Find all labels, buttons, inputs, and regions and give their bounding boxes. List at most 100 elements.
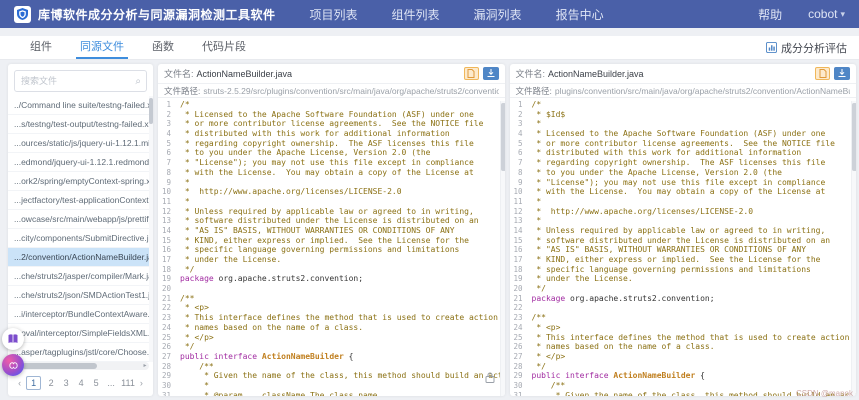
line-number: 15 (510, 236, 527, 246)
code-scroll-thumb[interactable] (501, 103, 505, 171)
file-item[interactable]: ...ources/static/js/jquery-ui-1.12.1.min… (8, 134, 153, 153)
line-number: 27 (510, 352, 527, 362)
code-line: 16 * specific language governing permiss… (158, 245, 505, 255)
download-button[interactable] (483, 67, 499, 80)
main-content: ⌕ ../Command line suite/testng-failed.xm… (8, 64, 856, 396)
file-name-label: 文件名: (164, 67, 194, 80)
file-item[interactable]: ...oval/interceptor/SimpleFieldsXML.java (8, 324, 153, 343)
line-number: 9 (510, 178, 527, 188)
code-line: 29 * Given the name of the class, this m… (158, 371, 505, 381)
line-number: 30 (158, 381, 175, 391)
download-button[interactable] (834, 67, 850, 80)
user-menu[interactable]: cobot ▾ (808, 7, 845, 21)
file-item[interactable]: ...jectfactory/test-applicationContext.x… (8, 191, 153, 210)
line-number: 15 (158, 236, 175, 246)
file-item[interactable]: ...owcase/src/main/webapp/js/prettify.js (8, 210, 153, 229)
code-text: /** (527, 381, 566, 391)
line-number: 25 (510, 333, 527, 343)
page-button-2[interactable]: 2 (46, 378, 56, 388)
code-text: * KIND, either express or implied. See t… (527, 255, 821, 265)
file-item[interactable]: ...city/components/SubmitDirective.java (8, 229, 153, 248)
code-text: * $Id$ (527, 110, 566, 120)
code-text: * distributed with this work for additio… (527, 148, 802, 158)
code-line: 31 * @param className The class name (158, 391, 505, 396)
page-button-3[interactable]: 3 (61, 378, 71, 388)
page-button-...[interactable]: ... (106, 378, 116, 388)
line-number: 24 (510, 323, 527, 333)
search-input[interactable] (14, 70, 147, 92)
code-line: 23/** (510, 313, 857, 323)
code-line: 3 * or more contributor license agreemen… (158, 119, 505, 129)
code-line: 29public interface ActionNameBuilder { (510, 371, 857, 381)
tab-0[interactable]: 组件 (16, 36, 66, 59)
code-text: */ (527, 362, 546, 372)
code-line: 27 * </p> (510, 352, 857, 362)
file-item[interactable]: ...asper/tagplugins/jstl/core/Choose.jav… (8, 343, 153, 362)
code-text: public interface ActionNameBuilder { (175, 352, 353, 362)
file-name-label: 文件名: (516, 67, 546, 80)
pagination: ‹ 12345... 111 › (8, 370, 153, 396)
help-link[interactable]: 帮助 (758, 6, 782, 23)
code-scroll-thumb[interactable] (852, 103, 856, 171)
nav-item-3[interactable]: 报告中心 (556, 6, 604, 23)
code-line: 9 * "License"); you may not use this fil… (510, 178, 857, 188)
file-list-vertical-scrollbar (149, 96, 153, 362)
code-line: 14 * "AS IS" BASIS, WITHOUT WARRANTIES O… (158, 226, 505, 236)
page-next-button[interactable]: › (140, 378, 143, 388)
reader-extension-button[interactable] (2, 328, 24, 350)
code-text: * http://www.apache.org/licenses/LICENSE… (175, 187, 402, 197)
page-button-1[interactable]: 1 (26, 376, 41, 390)
file-item[interactable]: ...edmond/jquery-ui-1.12.1.redmond.css (8, 153, 153, 172)
scroll-right-arrow-icon[interactable]: ▸ (141, 362, 149, 370)
file-list: ../Command line suite/testng-failed.xml.… (8, 96, 153, 362)
tab-2[interactable]: 函数 (138, 36, 188, 59)
page-prev-button[interactable]: ‹ (18, 378, 21, 388)
page-button-111[interactable]: 111 (121, 378, 135, 388)
file-item[interactable]: ...ork2/spring/emptyContext-spring.xml (8, 172, 153, 191)
watermark: CSDN @manok (796, 389, 853, 398)
file-item[interactable]: ...2/convention/ActionNameBuilder.java (8, 248, 153, 267)
file-flag-button[interactable] (464, 67, 479, 80)
line-number: 29 (510, 371, 527, 381)
code-line: 15 * software distributed under the Lice… (510, 236, 857, 246)
lock-icon (485, 372, 495, 383)
file-path-label: 文件路径: (516, 85, 552, 97)
code-line: 21package org.apache.struts2.convention; (510, 294, 857, 304)
scroll-lock-button[interactable] (485, 370, 495, 388)
file-item[interactable]: ...s/testng/test-output/testng-failed.xm… (8, 115, 153, 134)
file-item[interactable]: ...che/struts2/json/SMDActionTest1.java (8, 286, 153, 305)
file-item[interactable]: ../Command line suite/testng-failed.xml (8, 96, 153, 115)
sca-report-button[interactable]: 成分分析评估 (766, 36, 847, 59)
line-number: 26 (158, 342, 175, 352)
file-item[interactable]: ...i/interceptor/BundleContextAware.java (8, 305, 153, 324)
line-number: 23 (510, 313, 527, 323)
page-button-4[interactable]: 4 (76, 378, 86, 388)
file-flag-button[interactable] (815, 67, 830, 80)
line-number: 17 (158, 255, 175, 265)
tab-1[interactable]: 同源文件 (66, 36, 138, 59)
download-icon (487, 69, 495, 78)
code-line: 20 */ (510, 284, 857, 294)
code-line: 10 * http://www.apache.org/licenses/LICE… (158, 187, 505, 197)
ai-assistant-button[interactable] (2, 354, 24, 376)
tab-3[interactable]: 代码片段 (188, 36, 260, 59)
nav-item-0[interactable]: 项目列表 (310, 6, 358, 23)
hscroll-thumb[interactable] (22, 363, 97, 369)
code-line: 11 * (510, 197, 857, 207)
nav-item-2[interactable]: 漏洞列表 (474, 6, 522, 23)
code-line: 27public interface ActionNameBuilder { (158, 352, 505, 362)
line-number: 20 (510, 284, 527, 294)
line-number: 21 (510, 294, 527, 304)
code-text: * software distributed under the License… (527, 236, 831, 246)
app-title: 库博软件成分分析与同源漏洞检测工具软件 (38, 6, 276, 23)
nav-item-1[interactable]: 组件列表 (392, 6, 440, 23)
code-text: */ (527, 284, 546, 294)
code-line: 13 * (510, 216, 857, 226)
file-item[interactable]: ...che/struts2/jasper/compiler/Mark.java (8, 267, 153, 286)
file-list-scroll-thumb[interactable] (149, 98, 153, 124)
line-number: 13 (158, 216, 175, 226)
code-vertical-scrollbar (500, 101, 505, 396)
line-number: 10 (510, 187, 527, 197)
code-line: 3 * (510, 119, 857, 129)
page-button-5[interactable]: 5 (91, 378, 101, 388)
